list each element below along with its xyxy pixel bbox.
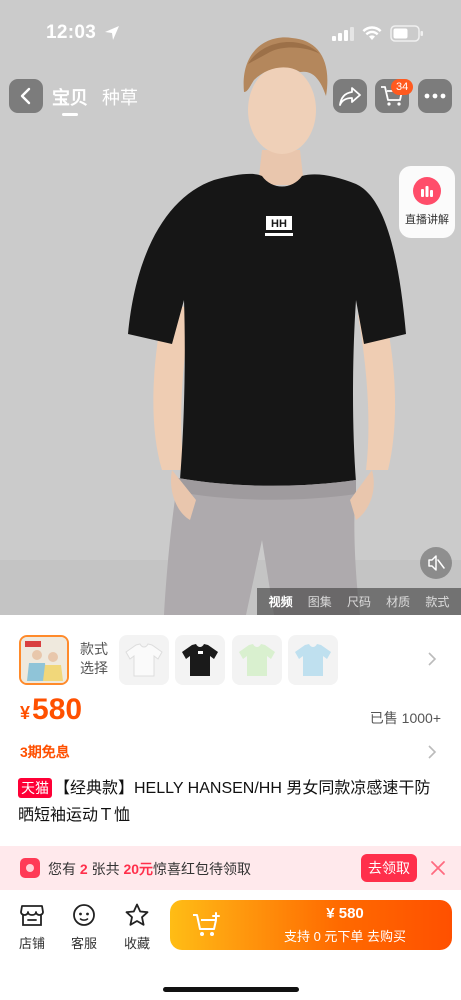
coupon-text: 您有 2 张共 20元惊喜红包待领取 bbox=[48, 861, 252, 877]
share-button[interactable] bbox=[333, 79, 367, 113]
live-explain-label: 直播讲解 bbox=[405, 214, 449, 226]
product-title: 天猫 【经典款】HELLY HANSEN/HH 男女同款凉感速干防晒短袖运动Ｔ恤 bbox=[18, 775, 443, 829]
customer-service-button[interactable]: 客服 bbox=[64, 902, 104, 952]
media-tab-size[interactable]: 尺码 bbox=[347, 593, 371, 610]
variant-main-thumbnail[interactable] bbox=[19, 635, 69, 685]
media-tab-style[interactable]: 款式 bbox=[425, 593, 449, 610]
speaker-muted-icon bbox=[428, 555, 445, 571]
home-indicator bbox=[163, 987, 299, 992]
cellular-signal-icon bbox=[332, 27, 354, 41]
variant-label: 款式选择 bbox=[80, 641, 108, 676]
location-arrow-icon bbox=[105, 26, 119, 40]
live-explain-button[interactable]: 直播讲解 bbox=[399, 166, 455, 238]
claim-coupon-button[interactable]: 去领取 bbox=[361, 854, 417, 882]
more-icon bbox=[424, 93, 446, 99]
blue-tee-icon bbox=[295, 644, 331, 676]
chevron-right-icon[interactable] bbox=[427, 745, 437, 759]
white-tee-icon bbox=[125, 643, 163, 677]
star-icon bbox=[125, 903, 149, 926]
mute-button[interactable] bbox=[420, 547, 452, 579]
store-button[interactable]: 店铺 bbox=[12, 902, 52, 952]
variant-main-image bbox=[21, 637, 67, 683]
buy-button[interactable]: ¥ 580 支持 0 元下单 去购买 bbox=[170, 900, 452, 950]
variant-thumb-white[interactable] bbox=[119, 635, 169, 685]
status-bar: 12:03 bbox=[0, 0, 461, 66]
tab-product[interactable]: 宝贝 bbox=[52, 84, 88, 116]
tmall-badge: 天猫 bbox=[18, 778, 52, 798]
wifi-icon bbox=[362, 26, 382, 40]
price-symbol: ¥ bbox=[20, 703, 31, 723]
mint-tee-icon bbox=[239, 644, 275, 676]
variant-selector[interactable]: 款式选择 bbox=[0, 626, 461, 692]
chevron-right-icon bbox=[428, 652, 437, 666]
cart-count-badge: 34 bbox=[391, 79, 414, 95]
store-label: 店铺 bbox=[18, 936, 45, 951]
battery-icon bbox=[390, 25, 423, 42]
status-time: 12:03 bbox=[46, 22, 97, 43]
svg-text:HH: HH bbox=[271, 218, 287, 230]
share-icon bbox=[339, 87, 361, 106]
favorite-label: 收藏 bbox=[123, 936, 150, 951]
customer-service-icon bbox=[73, 904, 95, 926]
tab-seeding[interactable]: 种草 bbox=[102, 84, 138, 110]
variant-thumb-black[interactable] bbox=[175, 635, 225, 685]
media-tab-material[interactable]: 材质 bbox=[386, 593, 410, 610]
red-packet-icon bbox=[20, 858, 40, 878]
media-tab-video[interactable]: 视频 bbox=[269, 593, 293, 610]
close-icon[interactable] bbox=[430, 860, 446, 876]
media-tabs: 视频 图集 尺码 材质 款式 bbox=[257, 588, 461, 615]
bottom-bar: 店铺 客服 收藏 ¥ 580 支持 0 元下单 去购买 bbox=[0, 890, 461, 1000]
chevron-left-icon bbox=[20, 87, 31, 105]
sold-count: 已售 1000+ bbox=[369, 710, 441, 726]
add-to-cart-icon bbox=[193, 912, 220, 936]
variant-thumb-blue[interactable] bbox=[288, 635, 338, 685]
product-title-text: 【经典款】HELLY HANSEN/HH 男女同款凉感速干防晒短袖运动Ｔ恤 bbox=[18, 780, 431, 824]
media-tab-gallery[interactable]: 图集 bbox=[308, 593, 332, 610]
favorite-button[interactable]: 收藏 bbox=[117, 902, 157, 952]
store-icon bbox=[20, 905, 44, 926]
more-button[interactable] bbox=[418, 79, 452, 113]
top-tabs: 宝贝 种草 bbox=[52, 84, 138, 116]
price-value: 580 bbox=[32, 693, 83, 726]
buy-subtitle: 支持 0 元下单 去购买 bbox=[283, 929, 407, 944]
buy-price: ¥ 580 bbox=[326, 905, 364, 922]
coupon-banner: 您有 2 张共 20元惊喜红包待领取 去领取 bbox=[0, 846, 461, 890]
black-tee-icon bbox=[182, 644, 218, 676]
back-button[interactable] bbox=[9, 79, 43, 113]
price: ¥580 bbox=[20, 693, 82, 727]
installment-label[interactable]: 3期免息 bbox=[20, 742, 70, 762]
variant-thumb-mint[interactable] bbox=[232, 635, 282, 685]
live-icon bbox=[413, 177, 441, 205]
customer-service-label: 客服 bbox=[70, 936, 97, 951]
